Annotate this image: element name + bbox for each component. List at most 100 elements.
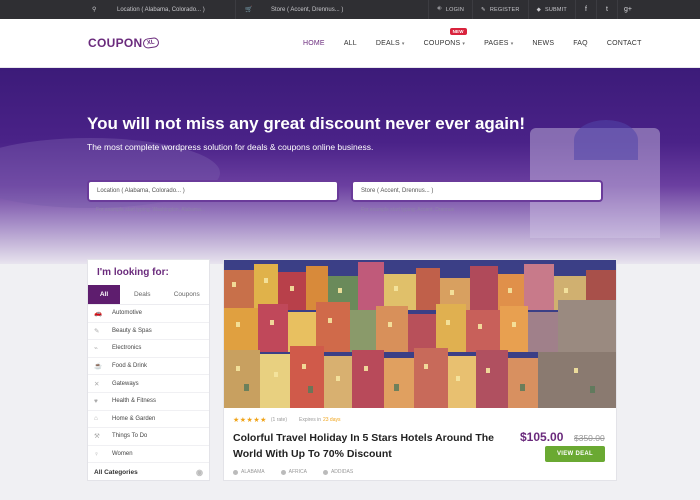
nav-faq[interactable]: FAQ	[573, 40, 588, 47]
sidebar-item-things[interactable]: ⚒ Things To Do	[88, 428, 209, 446]
globe-icon	[280, 469, 286, 475]
tag-icon: ◆	[536, 6, 542, 13]
sidebar-item-label: Beauty & Spas	[112, 327, 152, 334]
topbar-store-input[interactable]: Store ( Accent, Drennus... )	[265, 0, 383, 19]
main-menu: HOME ALL DEALS ▾ COUPONS ▾ NEW PAGES ▾ NEWS …	[303, 28, 661, 47]
main-navbar: COUPON XL HOME ALL DEALS ▾ COUPONS ▾ NEW PA…	[0, 19, 700, 68]
category-sidebar: I'm looking for: All Deals Coupons 🚗 Auto…	[87, 259, 210, 481]
hero-subtitle: The most complete wordpress solution for…	[87, 142, 374, 152]
sidebar-item-gateways[interactable]: ✕ Gateways	[88, 375, 209, 393]
plug-icon: ⌁	[94, 345, 98, 353]
sidebar-item-label: Things To Do	[112, 433, 148, 440]
sidebar-item-beauty[interactable]: ✎ Beauty & Spas	[88, 323, 209, 341]
rate-count: (1 rate)	[270, 417, 288, 423]
chevron-down-icon: ▾	[510, 41, 514, 47]
sidebar-title: I'm looking for:	[97, 267, 169, 278]
hero-location-hint: For example start typing: Washington, Al…	[96, 207, 206, 213]
deal-old-price: $350.00	[574, 433, 605, 443]
deal-card[interactable]: ★★★★★ (1 rate) Expires in 23 days Colorf…	[223, 259, 617, 481]
sidebar-item-health[interactable]: ♥ Health & Fitness	[88, 393, 209, 411]
google-plus-icon[interactable]: g+	[617, 0, 638, 19]
deal-photo-illustration	[224, 260, 616, 408]
tab-all[interactable]: All	[88, 285, 120, 304]
top-bar: ⚲ Location ( Alabama, Colorado... ) 🛒 St…	[0, 0, 700, 19]
chevron-down-icon: ▾	[462, 41, 466, 47]
nav-contact[interactable]: CONTACT	[607, 40, 642, 47]
login-label: LOGIN	[445, 6, 465, 13]
tag-addidas[interactable]: ADDIDAS	[322, 469, 354, 475]
cross-icon: ✕	[94, 380, 100, 388]
all-categories-link[interactable]: All Categories ◉	[88, 463, 209, 482]
tag-alabama[interactable]: ALABAMA	[233, 469, 265, 475]
sidebar-item-food[interactable]: ☕ Food & Drink	[88, 358, 209, 376]
tab-coupons[interactable]: Coupons	[165, 285, 210, 304]
submit-link[interactable]: ◆ SUBMIT	[527, 0, 575, 19]
deal-tags: ALABAMA AFRICA ADDIDAS	[233, 469, 369, 475]
female-icon: ♀	[94, 450, 99, 458]
twitter-icon[interactable]: t	[596, 0, 617, 19]
logo-text: COUPON	[88, 36, 143, 50]
deal-meta: ★★★★★ (1 rate) Expires in 23 days	[233, 416, 340, 424]
nav-deals[interactable]: DEALS ▾	[376, 40, 405, 47]
sidebar-item-automotive[interactable]: 🚗 Automotive	[88, 305, 209, 323]
topbar-location-input[interactable]: Location ( Alabama, Colorado... )	[100, 0, 235, 19]
hero-title: You will not miss any great discount nev…	[87, 114, 526, 133]
nav-pages[interactable]: PAGES ▾	[484, 40, 513, 47]
map-pin-icon: ⚲	[92, 7, 97, 13]
login-icon: ⎆	[437, 6, 442, 12]
deal-price: $105.00	[520, 430, 564, 444]
sidebar-item-electronics[interactable]: ⌁ Electronics	[88, 340, 209, 358]
nav-news[interactable]: NEWS	[532, 40, 554, 47]
logo-tag: XL	[142, 36, 160, 50]
submit-label: SUBMIT	[545, 6, 567, 13]
hero-location-input[interactable]: Location ( Alabama, Colorado... )	[87, 180, 339, 202]
deal-photo[interactable]	[224, 260, 616, 408]
sidebar-item-label: Women	[112, 451, 133, 458]
nav-all[interactable]: ALL	[344, 40, 357, 47]
expires-label: Expires in	[299, 417, 321, 423]
tab-deals[interactable]: Deals	[120, 285, 165, 304]
new-badge: NEW	[449, 28, 467, 35]
all-categories-label: All Categories	[94, 469, 138, 477]
register-label: REGISTER	[489, 6, 520, 13]
fitness-icon: ♥	[94, 397, 98, 405]
nav-deals-label: DEALS	[375, 40, 400, 47]
sidebar-item-label: Home & Garden	[112, 415, 156, 422]
sidebar-item-label: Automotive	[112, 310, 143, 317]
cart-icon: 🛒	[235, 0, 265, 19]
cup-icon: ☕	[94, 363, 103, 371]
hero-store-input[interactable]: Store ( Accent, Drennus... )	[351, 180, 603, 202]
expires-value: 23 days	[322, 417, 341, 423]
location-icon	[233, 469, 238, 475]
house-icon: ⌂	[94, 415, 98, 423]
sidebar-item-women[interactable]: ♀ Women	[88, 446, 209, 464]
chevron-down-icon: ▾	[401, 41, 405, 47]
nav-coupons[interactable]: COUPONS ▾ NEW	[423, 28, 467, 47]
login-link[interactable]: ⎆ LOGIN	[428, 0, 472, 19]
nav-coupons-label: COUPONS	[423, 40, 461, 47]
hero-banner: You will not miss any great discount nev…	[0, 68, 700, 264]
sidebar-tabs: All Deals Coupons	[88, 285, 209, 305]
tag-label: ADDIDAS	[330, 469, 354, 475]
sidebar-item-label: Electronics	[112, 345, 142, 352]
hero-background-dome	[574, 120, 638, 160]
sidebar-item-home[interactable]: ⌂ Home & Garden	[88, 411, 209, 429]
rating-stars: ★★★★★	[233, 417, 267, 424]
brush-icon: ✎	[94, 327, 100, 335]
register-link[interactable]: ✎ REGISTER	[472, 0, 528, 19]
deal-title[interactable]: Colorful Travel Holiday In 5 Stars Hotel…	[233, 430, 513, 462]
car-icon: 🚗	[94, 310, 103, 318]
wrench-icon: ⚒	[94, 433, 100, 441]
site-logo[interactable]: COUPON XL	[88, 36, 160, 50]
register-icon: ✎	[481, 6, 486, 13]
nav-home[interactable]: HOME	[303, 40, 325, 47]
view-deal-button[interactable]: VIEW DEAL	[545, 446, 605, 462]
hero-store-hint: For example start typing: Accent, Drennu…	[361, 207, 455, 213]
sidebar-item-label: Food & Drink	[112, 363, 148, 370]
tag-africa[interactable]: AFRICA	[280, 469, 307, 475]
sidebar-item-label: Gateways	[112, 380, 139, 387]
tag-label: AFRICA	[288, 469, 307, 475]
facebook-icon[interactable]: f	[575, 0, 596, 19]
sidebar-item-label: Health & Fitness	[112, 398, 157, 405]
tag-label: ALABAMA	[241, 469, 265, 475]
